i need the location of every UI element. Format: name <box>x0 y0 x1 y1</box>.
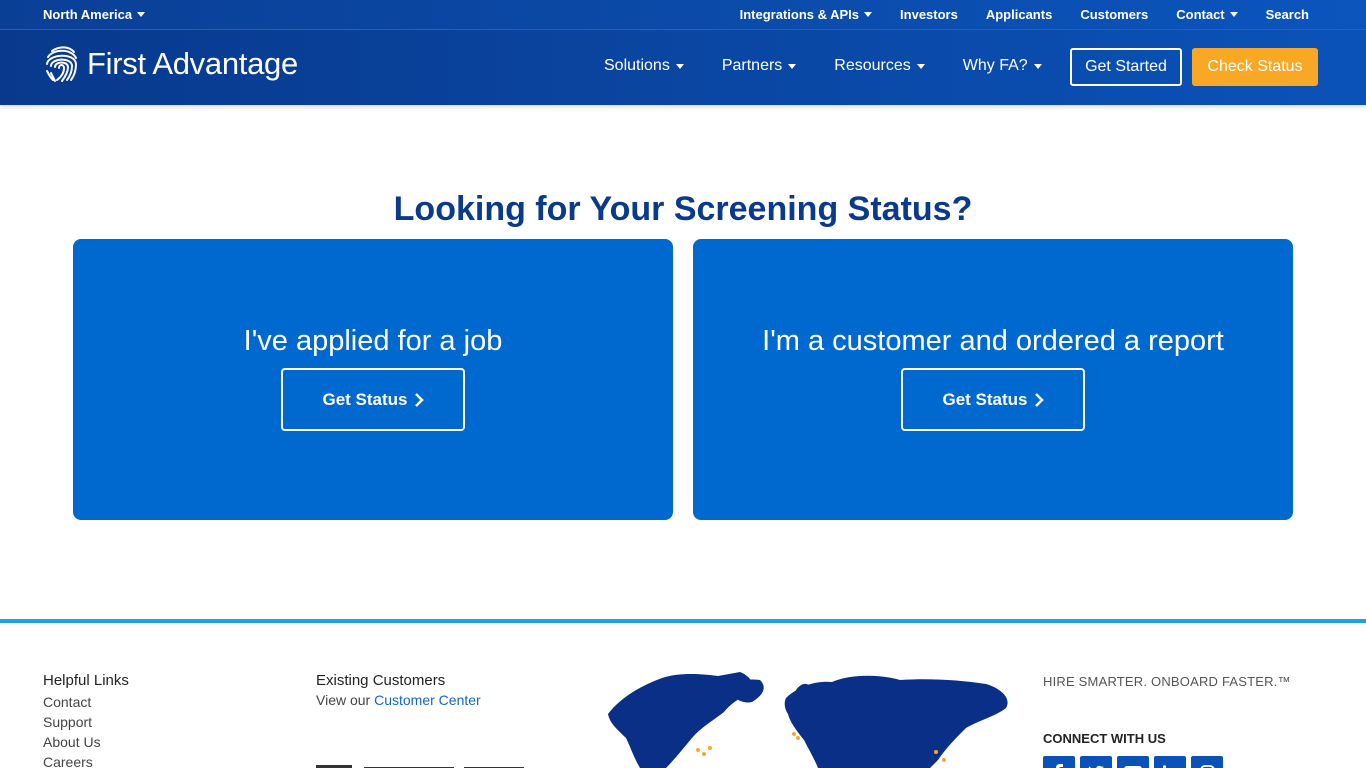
world-map-image <box>608 672 1008 768</box>
existing-customers-column: Existing Customers View our Customer Cen… <box>316 672 481 708</box>
util-link-investors[interactable]: Investors <box>900 7 958 22</box>
check-status-button[interactable]: Check Status <box>1192 48 1318 86</box>
nav-why-fa[interactable]: Why FA? <box>963 57 1042 75</box>
customer-card: I'm a customer and ordered a report Get … <box>693 239 1293 520</box>
logo[interactable]: First Advantage <box>43 44 298 84</box>
customer-get-status-button[interactable]: Get Status <box>901 368 1085 431</box>
util-link-integrations[interactable]: Integrations & APIs <box>740 7 873 22</box>
chevron-down-icon <box>916 63 925 69</box>
chevron-down-icon <box>675 63 684 69</box>
chevron-down-icon <box>1033 63 1042 69</box>
helpful-links-heading: Helpful Links <box>43 672 129 689</box>
footer-link-support[interactable]: Support <box>43 712 129 732</box>
main-nav: Solutions Partners Resources Why FA? <box>604 57 1042 75</box>
util-link-customers[interactable]: Customers <box>1080 7 1148 22</box>
facebook-icon[interactable] <box>1043 756 1075 768</box>
footer-link-careers[interactable]: Careers <box>43 752 129 768</box>
footer-link-contact[interactable]: Contact <box>43 692 129 712</box>
chevron-down-icon <box>864 12 873 17</box>
util-link-search[interactable]: Search <box>1266 7 1309 22</box>
connect-heading: CONNECT WITH US <box>1043 731 1166 746</box>
social-links <box>1043 756 1223 768</box>
card-heading: I'm a customer and ordered a report <box>762 325 1224 357</box>
chevron-right-icon <box>414 392 424 407</box>
main-header: First Advantage Solutions Partners Resou… <box>0 30 1366 105</box>
page-title: Looking for Your Screening Status? <box>393 190 973 228</box>
get-started-button[interactable]: Get Started <box>1070 48 1182 86</box>
card-heading: I've applied for a job <box>243 325 503 357</box>
youtube-icon[interactable] <box>1117 756 1149 768</box>
applicant-card: I've applied for a job Get Status <box>73 239 673 520</box>
footer-divider <box>0 619 1366 623</box>
nav-partners[interactable]: Partners <box>722 57 797 75</box>
truncated-footer-text <box>316 758 526 768</box>
existing-customers-heading: Existing Customers <box>316 672 446 689</box>
helpful-links-list: Contact Support About Us Careers <box>43 692 129 768</box>
twitter-icon[interactable] <box>1080 756 1112 768</box>
util-link-applicants[interactable]: Applicants <box>986 7 1052 22</box>
instagram-icon[interactable] <box>1191 756 1223 768</box>
linkedin-icon[interactable] <box>1154 756 1186 768</box>
nav-solutions[interactable]: Solutions <box>604 57 684 75</box>
applicant-get-status-button[interactable]: Get Status <box>281 368 465 431</box>
utility-links: Integrations & APIs Investors Applicants… <box>740 7 1309 22</box>
chevron-down-icon <box>137 12 146 17</box>
nav-resources[interactable]: Resources <box>834 57 925 75</box>
cut-off-text-icon <box>316 765 524 768</box>
tagline: HIRE SMARTER. ONBOARD FASTER.™ <box>1043 674 1291 689</box>
utility-bar: North America Integrations & APIs Invest… <box>0 0 1366 30</box>
chevron-down-icon <box>1229 12 1238 17</box>
region-label: North America <box>43 7 133 22</box>
footer-link-about-us[interactable]: About Us <box>43 732 129 752</box>
region-selector[interactable]: North America <box>43 7 146 22</box>
util-link-contact[interactable]: Contact <box>1176 7 1238 22</box>
customer-center-link[interactable]: Customer Center <box>374 692 481 708</box>
logo-text: First Advantage <box>87 46 298 81</box>
helpful-links-column: Helpful Links Contact Support About Us C… <box>43 672 129 768</box>
chevron-down-icon <box>788 63 797 69</box>
chevron-right-icon <box>1034 392 1044 407</box>
fingerprint-icon <box>46 46 78 82</box>
customer-center-text: View our Customer Center <box>316 692 481 708</box>
